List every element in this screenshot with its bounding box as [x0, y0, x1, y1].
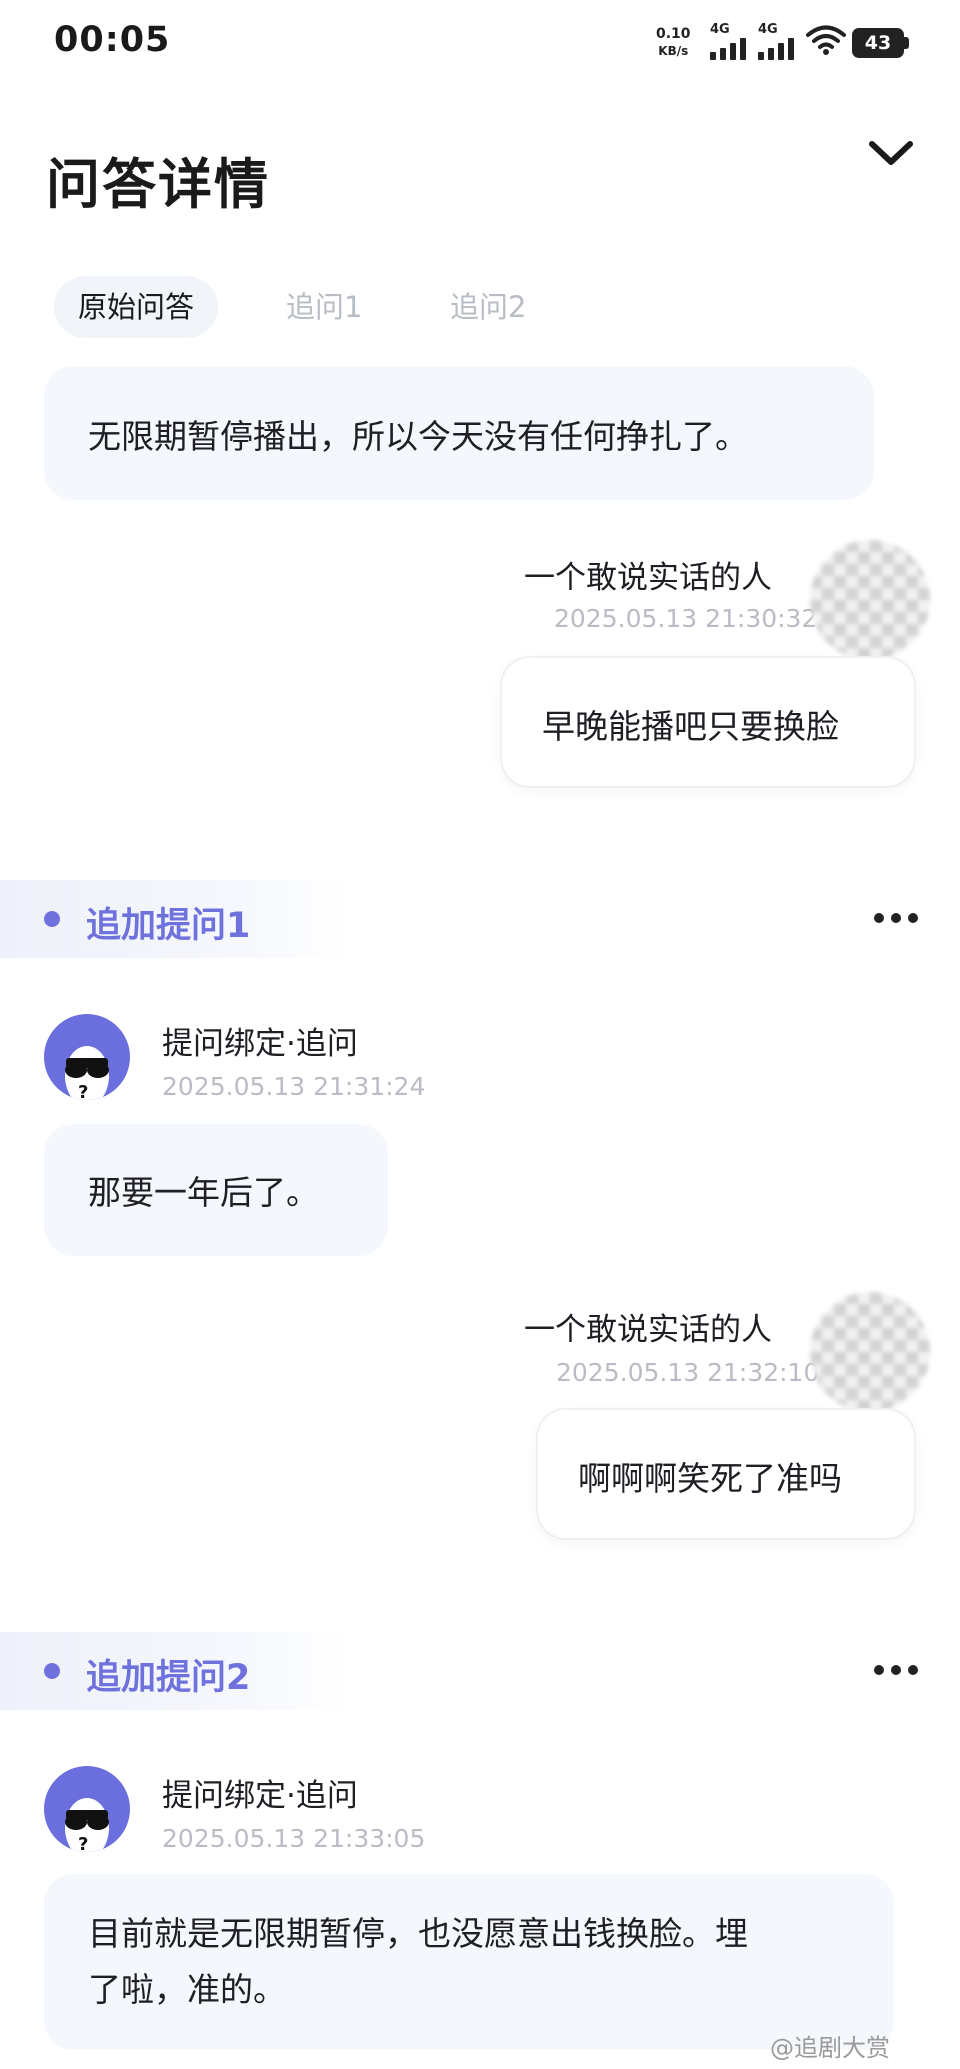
answer-bubble: 目前就是无限期暂停，也没愿意出钱换脸。埋 了啦，准的。	[44, 1874, 894, 2050]
section-dot-icon	[44, 1663, 60, 1679]
answer-bubble: 无限期暂停播出，所以今天没有任何挣扎了。	[44, 366, 874, 500]
signal-2-icon: 4G	[758, 22, 802, 62]
reply-bubble: 啊啊啊笑死了准吗	[536, 1408, 916, 1540]
more-options-icon[interactable]	[874, 913, 918, 925]
reply-text: 啊啊啊笑死了准吗	[578, 1459, 842, 1498]
answerer-avatar[interactable]: ?	[44, 1014, 130, 1100]
user-avatar-blurred[interactable]	[810, 1292, 930, 1412]
reply-text: 早晚能播吧只要换脸	[542, 707, 839, 746]
tab-original-qa[interactable]: 原始问答	[54, 276, 219, 338]
battery-tip	[904, 37, 909, 49]
reply-bubble: 早晚能播吧只要换脸	[500, 656, 916, 788]
signal-2-label: 4G	[758, 22, 778, 37]
tab-followup-2[interactable]: 追问2	[426, 276, 550, 338]
battery-icon: 43	[852, 28, 904, 58]
network-speed: 0.10 KB/s	[656, 26, 691, 60]
answer-text-line-1: 目前就是无限期暂停，也没愿意出钱换脸。埋	[88, 1914, 748, 1953]
sunglasses-character-icon: ?	[65, 1798, 109, 1852]
network-speed-unit: KB/s	[658, 44, 689, 58]
reply-timestamp: 2025.05.13 21:32:10	[556, 1358, 820, 1387]
svg-text:?: ?	[78, 1082, 88, 1100]
answer-text-line-2: 了啦，准的。	[88, 1970, 286, 2009]
watermark: @追剧大赏	[770, 2034, 890, 2062]
wifi-icon	[806, 25, 846, 55]
reply-author-name: 一个敢说实话的人	[524, 1312, 772, 1348]
answerer-name: 提问绑定·追问	[162, 1778, 358, 1814]
answer-bubble: 那要一年后了。	[44, 1124, 388, 1256]
answer-text: 无限期暂停播出，所以今天没有任何挣扎了。	[88, 417, 748, 456]
answerer-name: 提问绑定·追问	[162, 1026, 358, 1062]
more-options-icon[interactable]	[874, 1665, 918, 1677]
collapse-chevron-icon[interactable]	[866, 128, 916, 178]
section-dot-icon	[44, 911, 60, 927]
tab-followup-1[interactable]: 追问1	[262, 276, 386, 338]
svg-text:?: ?	[78, 1834, 88, 1852]
user-avatar-blurred[interactable]	[810, 540, 930, 660]
answer-timestamp: 2025.05.13 21:33:05	[162, 1824, 426, 1853]
reply-timestamp: 2025.05.13 21:30:32	[554, 604, 818, 633]
answerer-avatar[interactable]: ?	[44, 1766, 130, 1852]
reply-author-name: 一个敢说实话的人	[524, 560, 772, 596]
answer-timestamp: 2025.05.13 21:31:24	[162, 1072, 426, 1101]
answer-text: 那要一年后了。	[88, 1173, 319, 1212]
signal-1-label: 4G	[710, 22, 730, 37]
status-time: 00:05	[54, 20, 171, 60]
page-title: 问答详情	[46, 153, 270, 216]
network-speed-value: 0.10	[656, 26, 691, 42]
signal-1-icon: 4G	[710, 22, 754, 62]
section-title: 追加提问1	[86, 906, 251, 946]
sunglasses-character-icon: ?	[65, 1046, 109, 1100]
section-title: 追加提问2	[86, 1658, 251, 1698]
